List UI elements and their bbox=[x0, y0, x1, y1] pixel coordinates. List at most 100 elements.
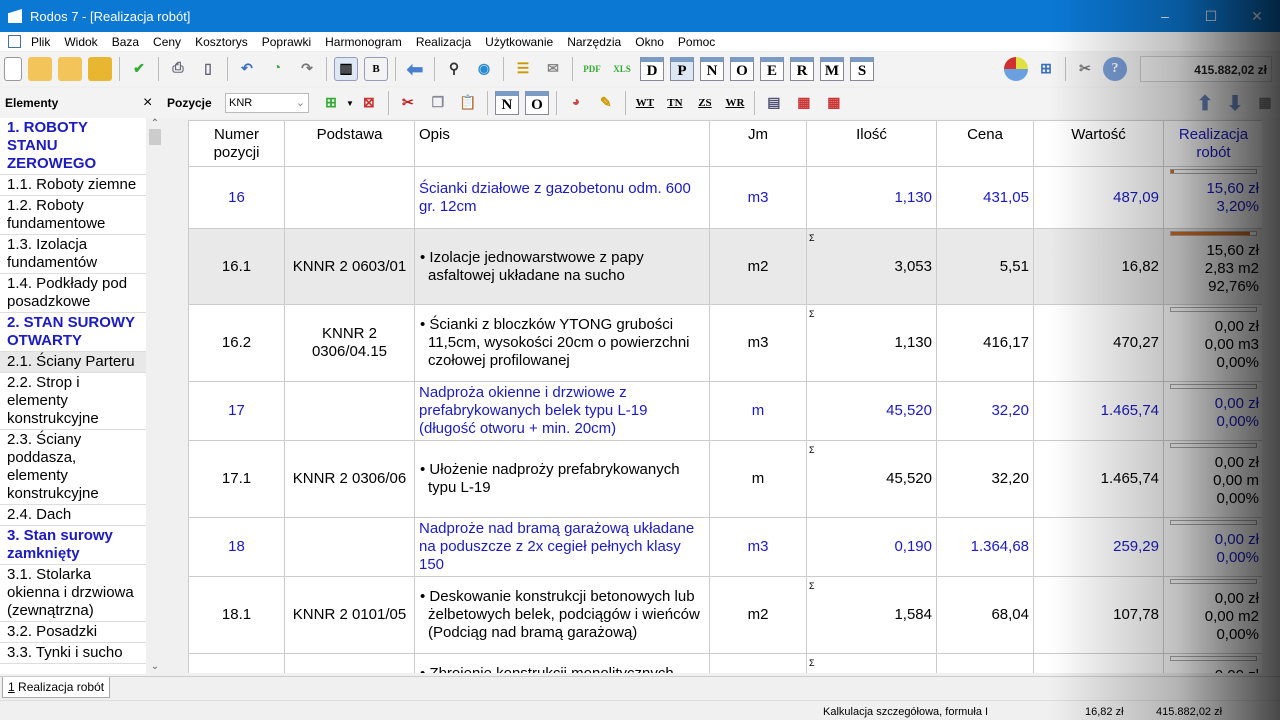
menu-użytkowanie[interactable]: Użytkowanie bbox=[485, 35, 553, 49]
help-icon[interactable]: ? bbox=[1103, 57, 1127, 81]
letter-button-s[interactable]: S bbox=[850, 57, 874, 81]
table-row[interactable]: • Zbrojenie konstrukcji monolitycznych Σ 0… bbox=[188, 653, 1264, 673]
move-down-icon[interactable]: ⬇ bbox=[1223, 91, 1247, 115]
save-icon[interactable] bbox=[88, 57, 112, 81]
element-item[interactable]: 2.3. Ściany poddasza, elementy konstrukc… bbox=[0, 430, 146, 505]
element-item[interactable]: 2.1. Ściany Parteru bbox=[0, 352, 146, 373]
column-header[interactable]: Realizacja robót bbox=[1163, 120, 1264, 167]
chart-icon[interactable]: ◕ bbox=[564, 91, 588, 115]
element-item[interactable]: 3. Stan surowy zamknięty bbox=[0, 526, 146, 565]
column-header[interactable]: Cena bbox=[936, 120, 1034, 167]
element-item[interactable]: 2. STAN SUROWY OTWARTY bbox=[0, 313, 146, 352]
menu-pomoc[interactable]: Pomoc bbox=[678, 35, 715, 49]
bookmark-add-icon[interactable]: ▦ bbox=[822, 91, 846, 115]
binoculars-icon[interactable]: ⚲ bbox=[442, 57, 466, 81]
table-row[interactable]: 18.1 KNNR 2 0101/05 • Deskowanie konstrukc… bbox=[188, 576, 1264, 654]
positions-select[interactable]: KNR ⌄ bbox=[225, 93, 309, 113]
tools-icon[interactable]: ✂ bbox=[1073, 57, 1097, 81]
close-elements-button[interactable]: × bbox=[143, 94, 167, 112]
menu-narzędzia[interactable]: Narzędzia bbox=[567, 35, 621, 49]
n-button[interactable]: N bbox=[494, 91, 519, 115]
print-icon[interactable]: ⎙ bbox=[166, 57, 190, 81]
menu-kosztorys[interactable]: Kosztorys bbox=[195, 35, 248, 49]
letter-button-p[interactable]: P bbox=[670, 57, 694, 81]
layout-b-icon[interactable]: B bbox=[364, 57, 388, 81]
table-row[interactable]: 17 Nadproża okienne i drzwiowe z prefabry… bbox=[188, 381, 1264, 441]
menu-harmonogram[interactable]: Harmonogram bbox=[325, 35, 402, 49]
letter-button-o[interactable]: O bbox=[730, 57, 754, 81]
minimize-button[interactable]: – bbox=[1142, 0, 1188, 32]
element-item[interactable]: 1.3. Izolacja fundamentów bbox=[0, 235, 146, 274]
cut-icon[interactable]: ✂ bbox=[396, 91, 420, 115]
element-item[interactable]: 1.4. Podkłady pod posadzkowe bbox=[0, 274, 146, 313]
grid-options-icon[interactable]: ▦ bbox=[1253, 91, 1277, 115]
column-header[interactable]: Wartość bbox=[1033, 120, 1164, 167]
history-icon[interactable]: ◔ bbox=[265, 57, 289, 81]
position-number[interactable]: 16 bbox=[188, 166, 285, 229]
table-row[interactable]: 16.2 KNNR 2 0306/04.15 • Ścianki z bloczkó… bbox=[188, 304, 1264, 382]
undo-icon[interactable]: ↶ bbox=[235, 57, 259, 81]
menu-realizacja[interactable]: Realizacja bbox=[416, 35, 471, 49]
element-item[interactable]: 2.2. Strop i elementy konstrukcyjne bbox=[0, 373, 146, 430]
calculator-icon[interactable]: ⊞ bbox=[1034, 57, 1058, 81]
button-tn[interactable]: TN bbox=[663, 91, 687, 115]
menu-widok[interactable]: Widok bbox=[64, 35, 97, 49]
button-wt[interactable]: WT bbox=[633, 91, 657, 115]
elements-scrollbar[interactable]: ⌃ ⌄ bbox=[146, 118, 164, 674]
delete-row-icon[interactable]: ⊠ bbox=[357, 91, 381, 115]
bookmark-play-icon[interactable]: ▦ bbox=[792, 91, 816, 115]
element-item[interactable]: 3.3. Tynki i sucho bbox=[0, 643, 146, 664]
add-row-icon[interactable]: ⊞ bbox=[319, 91, 343, 115]
table-row[interactable]: 17.1 KNNR 2 0306/06 • Ułożenie nadproży pr… bbox=[188, 440, 1264, 518]
button-wr[interactable]: WR bbox=[723, 91, 747, 115]
new-icon[interactable] bbox=[4, 57, 22, 81]
element-item[interactable]: 1. ROBOTY STANU ZEROWEGO bbox=[0, 118, 146, 175]
menu-poprawki[interactable]: Poprawki bbox=[262, 35, 311, 49]
pie-chart-icon[interactable] bbox=[1004, 57, 1028, 81]
menu-plik[interactable]: Plik bbox=[31, 35, 50, 49]
element-item[interactable]: 1.1. Roboty ziemne bbox=[0, 175, 146, 196]
dropdown-arrow-icon[interactable]: ▼ bbox=[346, 99, 354, 108]
move-up-icon[interactable]: ⬆ bbox=[1193, 91, 1217, 115]
tab-realizacja-robot[interactable]: 1 Realizacja robót bbox=[2, 677, 111, 698]
export-pdf-icon[interactable]: PDF bbox=[580, 57, 604, 81]
letter-button-n[interactable]: N bbox=[700, 57, 724, 81]
close-button[interactable]: ✕ bbox=[1234, 0, 1280, 32]
list-icon[interactable]: ☰ bbox=[511, 57, 535, 81]
paste-icon[interactable]: 📋 bbox=[456, 91, 480, 115]
column-header[interactable]: Podstawa bbox=[284, 120, 415, 167]
check-sheet-icon[interactable]: ✔ bbox=[127, 57, 151, 81]
menu-baza[interactable]: Baza bbox=[112, 35, 139, 49]
table-view-icon[interactable]: ▤ bbox=[762, 91, 786, 115]
column-header[interactable]: Ilość bbox=[806, 120, 937, 167]
element-item[interactable]: 3.1. Stolarka okienna i drzwiowa (zewnąt… bbox=[0, 565, 146, 622]
maximize-button[interactable]: ☐ bbox=[1188, 0, 1234, 32]
document-icon[interactable] bbox=[8, 35, 21, 48]
o-button[interactable]: O bbox=[524, 91, 549, 115]
position-link[interactable]: 17 bbox=[228, 402, 245, 419]
export-xls-icon[interactable]: XLS bbox=[610, 57, 634, 81]
print-preview-icon[interactable]: ▯ bbox=[196, 57, 220, 81]
menu-ceny[interactable]: Ceny bbox=[153, 35, 181, 49]
table-row[interactable]: 16 Ścianki działowe z gazobetonu odm. 600… bbox=[188, 166, 1264, 229]
redo-icon[interactable]: ↷ bbox=[295, 57, 319, 81]
position-link[interactable]: 16 bbox=[228, 189, 245, 206]
table-row[interactable]: 16.1 KNNR 2 0603/01 • Izolacje jednowarstw… bbox=[188, 228, 1264, 305]
open-recent-icon[interactable] bbox=[58, 57, 82, 81]
position-number[interactable]: 17 bbox=[188, 381, 285, 441]
layout-columns-icon[interactable]: ▥ bbox=[334, 57, 358, 81]
column-header[interactable]: Numer pozycji bbox=[188, 120, 285, 167]
button-zs[interactable]: ZS bbox=[693, 91, 717, 115]
open-folder-icon[interactable] bbox=[28, 57, 52, 81]
element-item[interactable]: 2.4. Dach bbox=[0, 505, 146, 526]
edit-icon[interactable]: ✎ bbox=[594, 91, 618, 115]
mail-icon[interactable]: ✉ bbox=[541, 57, 565, 81]
letter-button-m[interactable]: M bbox=[820, 57, 844, 81]
element-item[interactable]: 1.2. Roboty fundamentowe bbox=[0, 196, 146, 235]
table-row[interactable]: 18 Nadproże nad bramą garażową układane n… bbox=[188, 517, 1264, 577]
letter-button-e[interactable]: E bbox=[760, 57, 784, 81]
letter-button-d[interactable]: D bbox=[640, 57, 664, 81]
letter-button-r[interactable]: R bbox=[790, 57, 814, 81]
position-number[interactable]: 18 bbox=[188, 517, 285, 577]
copy-icon[interactable]: ❐ bbox=[426, 91, 450, 115]
